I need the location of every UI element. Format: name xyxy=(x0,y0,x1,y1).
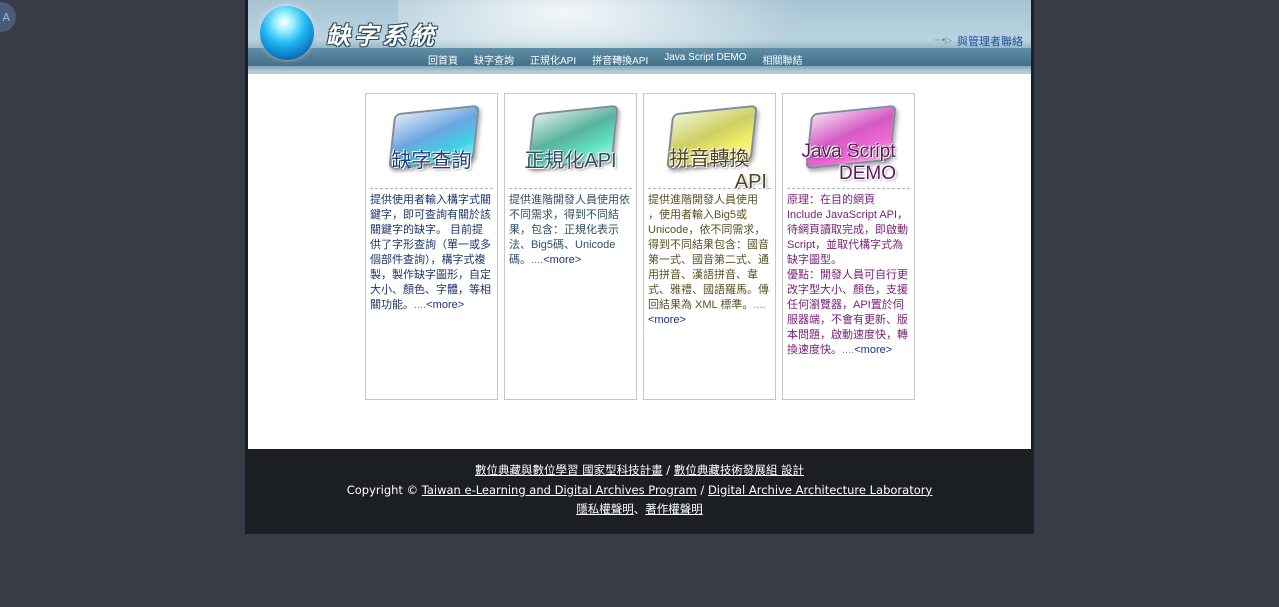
nav-related-links[interactable]: 相關聯結 xyxy=(763,52,803,67)
footer-line-copyright: Copyright © Taiwan e-Learning and Digita… xyxy=(248,481,1031,501)
card-text-2: 優點：開發人員可自行更改字型大小、顏色，支援任何瀏覽器，API置於伺服器端，不會… xyxy=(787,269,908,356)
more-link[interactable]: <more> xyxy=(543,254,581,266)
footer-link-lab[interactable]: Digital Archive Architecture Laboratory xyxy=(708,483,932,497)
page-container: 缺字系統 ····•▷ 與管理者聯絡 回首頁 缺字查詢 正規化API 拼音轉換A… xyxy=(248,0,1031,534)
card-js-demo: Java Script DEMO 原理：在目的網頁Include JavaScr… xyxy=(782,93,915,400)
nav-char-search[interactable]: 缺字查詢 xyxy=(474,52,514,67)
card-char-search: 缺字查詢 提供使用者輸入構字式關鍵字，即可查詢有關於該關鍵字的缺字。 目前提供了… xyxy=(365,93,498,400)
nav-band-shine xyxy=(248,66,1031,72)
card-text: 原理：在目的網頁Include JavaScript API，待網頁讀取完成，即… xyxy=(787,194,909,266)
card-description: 提供進階開發人員使用 ，使用者輸入Big5或Unicode，依不同需求，得到不同… xyxy=(648,189,771,328)
ellipsis: .... xyxy=(531,254,544,266)
nav-normalize-api[interactable]: 正規化API xyxy=(530,52,576,67)
ellipsis: .... xyxy=(842,344,855,356)
footer-link-teldap[interactable]: Taiwan e-Learning and Digital Archives P… xyxy=(422,483,697,497)
contact-admin[interactable]: ····•▷ 與管理者聯絡 xyxy=(933,33,1023,49)
nav-pinyin-api[interactable]: 拼音轉換API xyxy=(592,52,648,67)
logo-subtitle: API xyxy=(734,171,767,193)
corner-badge[interactable]: A xyxy=(0,2,16,32)
card-pinyin-api: 拼音轉換 API 提供進階開發人員使用 ，使用者輸入Big5或Unicode，依… xyxy=(643,93,776,400)
pinyin-api-logo[interactable]: 拼音轉換 API xyxy=(648,99,771,193)
footer-separator: 、 xyxy=(633,502,646,516)
copyright-prefix: Copyright © xyxy=(346,482,422,497)
card-description: 提供使用者輸入構字式關鍵字，即可查詢有關於該關鍵字的缺字。 目前提供了字形查詢（… xyxy=(370,189,493,313)
footer-link-copyright[interactable]: 著作權聲明 xyxy=(645,502,703,516)
contact-admin-link[interactable]: 與管理者聯絡 xyxy=(957,33,1023,49)
more-link[interactable]: <more> xyxy=(648,314,686,326)
nav-home[interactable]: 回首頁 xyxy=(428,52,458,67)
more-link[interactable]: <more> xyxy=(426,299,464,311)
logo-title: Java Script xyxy=(801,141,896,162)
arrow-right-icon: ····•▷ xyxy=(933,36,952,46)
char-search-logo[interactable]: 缺字查詢 xyxy=(370,99,493,189)
footer-link-program[interactable]: 數位典藏與數位學習 國家型科技計畫 xyxy=(475,463,663,477)
site-logo-orb-icon xyxy=(260,6,314,60)
nav-js-demo[interactable]: Java Script DEMO xyxy=(664,52,746,67)
footer-link-design[interactable]: 數位典藏技術發展組 設計 xyxy=(674,463,804,477)
logo-title: 拼音轉換 xyxy=(669,148,750,170)
main-nav: 回首頁 缺字查詢 正規化API 拼音轉換API Java Script DEMO… xyxy=(428,52,803,67)
footer-separator: / xyxy=(662,463,674,477)
card-normalize-api: 正規化API 提供進階開發人員使用依不同需求，得到不同結果，包含：正規化表示法、… xyxy=(504,93,637,400)
js-demo-logo[interactable]: Java Script DEMO xyxy=(787,99,910,189)
logo-subtitle: DEMO xyxy=(839,163,896,184)
card-description: 原理：在目的網頁Include JavaScript API，待網頁讀取完成，即… xyxy=(787,189,910,358)
footer-separator: / xyxy=(696,482,708,497)
card-text: 提供使用者輸入構字式關鍵字，即可查詢有關於該關鍵字的缺字。 目前提供了字形查詢（… xyxy=(370,194,491,311)
card-text: 提供進階開發人員使用 ，使用者輸入Big5或Unicode，依不同需求，得到不同… xyxy=(648,194,769,311)
ellipsis: .... xyxy=(753,299,766,311)
normalize-api-logo[interactable]: 正規化API xyxy=(509,99,632,189)
footer-link-privacy[interactable]: 隱私權聲明 xyxy=(576,502,634,516)
logo-title: 缺字查詢 xyxy=(391,150,472,172)
site-header: 缺字系統 ····•▷ 與管理者聯絡 回首頁 缺字查詢 正規化API 拼音轉換A… xyxy=(248,0,1031,74)
card-text-advantages: 優點：開發人員可自行更改字型大小、顏色，支援任何瀏覽器，API置於伺服器端，不會… xyxy=(787,268,910,358)
footer-line-program: 數位典藏與數位學習 國家型科技計畫 / 數位典藏技術發展組 設計 xyxy=(248,461,1031,481)
card-description: 提供進階開發人員使用依不同需求，得到不同結果，包含：正規化表示法、Big5碼、U… xyxy=(509,189,632,268)
ellipsis: .... xyxy=(414,299,427,311)
corner-badge-label: A xyxy=(2,10,10,24)
footer-line-legal: 隱私權聲明、著作權聲明 xyxy=(248,500,1031,520)
site-title: 缺字系統 xyxy=(326,21,438,50)
logo-title: 正規化API xyxy=(524,150,617,172)
feature-cards: 缺字查詢 提供使用者輸入構字式關鍵字，即可查詢有關於該關鍵字的缺字。 目前提供了… xyxy=(365,93,915,400)
more-link[interactable]: <more> xyxy=(854,344,892,356)
site-footer: 數位典藏與數位學習 國家型科技計畫 / 數位典藏技術發展組 設計 Copyrig… xyxy=(248,449,1031,534)
